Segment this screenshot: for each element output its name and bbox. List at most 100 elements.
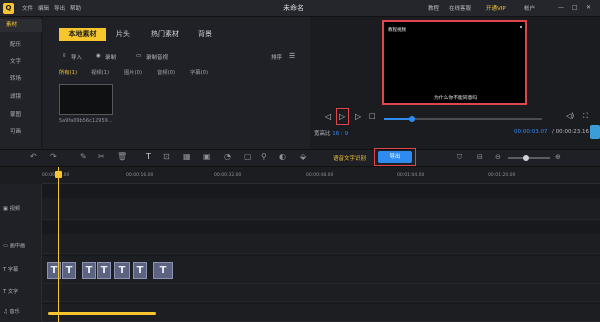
filter-audio[interactable]: 音频(0) xyxy=(157,68,175,76)
tab-popular[interactable]: 热门素材 xyxy=(143,28,187,41)
shield-icon[interactable]: ⛉ xyxy=(457,152,462,162)
sidebar-item-material[interactable]: 素材 xyxy=(0,19,42,32)
track-name: 音乐 xyxy=(9,309,20,315)
undo-icon[interactable]: ↶ xyxy=(30,152,37,162)
filter-image[interactable]: 图片(0) xyxy=(124,68,142,76)
support-link[interactable]: 在线客服 xyxy=(449,4,471,12)
vip-button[interactable]: 开通VIP xyxy=(486,4,506,12)
import-button[interactable]: 导入 xyxy=(71,53,82,61)
sidebar-item-text[interactable]: 文字 xyxy=(0,57,42,67)
aspect-ratio[interactable]: 宽高比 16 : 9 xyxy=(314,129,348,137)
paint-icon[interactable]: ⬙ xyxy=(300,152,306,162)
duration-icon[interactable]: ▢ xyxy=(244,152,252,162)
close-icon[interactable]: ✕ xyxy=(586,4,591,11)
seek-bar-fill xyxy=(384,118,413,120)
tutorial-link[interactable]: 教程 xyxy=(428,4,439,12)
zoom-slider[interactable] xyxy=(508,157,550,159)
crop-icon[interactable]: ⊡ xyxy=(163,152,170,162)
record-button[interactable]: 录制 xyxy=(105,53,116,61)
color-icon[interactable]: ◐ xyxy=(279,152,286,162)
sidebar-item-draw[interactable]: 可画 xyxy=(0,127,42,137)
tab-background[interactable]: 背景 xyxy=(192,28,218,41)
mosaic-icon[interactable]: ▦ xyxy=(183,152,191,162)
sort-label[interactable]: 排序 xyxy=(271,53,282,61)
playhead-handle[interactable] xyxy=(55,171,62,178)
watermark-text: 教程视频 xyxy=(388,28,406,33)
track-name: 视频 xyxy=(9,206,20,212)
track-text[interactable] xyxy=(42,284,600,302)
track-label-video: ▣ 视频 xyxy=(3,205,20,212)
filter-all[interactable]: 所有(1) xyxy=(59,68,77,76)
redo-icon[interactable]: ↷ xyxy=(50,152,57,162)
track-label-subtitle: T 字幕 xyxy=(3,266,18,273)
playhead[interactable] xyxy=(58,167,59,322)
prev-frame-icon[interactable]: ◁ xyxy=(325,112,331,121)
export-button[interactable]: 导出 xyxy=(378,151,412,163)
split-icon[interactable]: ✂ xyxy=(98,152,105,162)
text-tool-icon[interactable]: T xyxy=(146,152,151,162)
tick-label: 00:00:16.00 xyxy=(126,173,154,178)
sidebar-item-transition[interactable]: 转场 xyxy=(0,74,42,84)
side-widget[interactable] xyxy=(590,125,600,139)
delete-icon[interactable]: 🗑 xyxy=(117,152,127,162)
next-frame-icon[interactable]: ▷ xyxy=(355,112,361,121)
current-time: 00:00:03.07 xyxy=(514,129,548,135)
subtitle-clip[interactable]: T xyxy=(114,262,130,279)
sort-icon[interactable]: ☰ xyxy=(289,52,295,60)
mic-icon[interactable]: ⚲ xyxy=(261,152,267,162)
tab-local-media[interactable]: 本地素材 xyxy=(59,28,106,41)
track-name: 文字 xyxy=(7,289,19,295)
speed-icon[interactable]: ◔ xyxy=(224,152,231,162)
subtitle-clip[interactable]: T xyxy=(62,262,76,279)
preview-dot xyxy=(520,26,522,28)
tick-label: 00:01:04.00 xyxy=(397,173,425,178)
sidebar-item-music[interactable]: 配乐 xyxy=(0,40,42,50)
zoom-in-icon[interactable]: ⊕ xyxy=(555,152,561,162)
total-time: / 00:00:23.16 xyxy=(552,129,590,135)
track-pip[interactable] xyxy=(42,234,600,254)
sidebar-item-filter[interactable]: 滤镜 xyxy=(0,92,42,102)
thumbnail-caption: 5a9fa09b56c12959... xyxy=(59,118,113,124)
tick-label: 00:00:32.00 xyxy=(214,173,242,178)
record-icon[interactable]: ◉ xyxy=(96,53,101,59)
zoom-handle[interactable] xyxy=(523,155,529,161)
timeline-scrollbar[interactable] xyxy=(48,312,156,315)
track-video[interactable] xyxy=(42,198,600,220)
edit-icon[interactable]: ✎ xyxy=(80,152,87,162)
menu-export[interactable]: 导出 xyxy=(54,4,65,12)
volume-icon[interactable]: ◁) xyxy=(566,112,574,121)
document-title: 未命名 xyxy=(283,4,304,12)
record-av-icon[interactable]: ▭ xyxy=(136,53,141,59)
track-name: 字幕 xyxy=(7,267,19,273)
menu-help[interactable]: 帮助 xyxy=(70,4,81,12)
media-thumbnail[interactable] xyxy=(59,84,113,115)
speech-to-text-button[interactable]: 语音文字识别 xyxy=(333,154,366,162)
account-button[interactable]: 帐户 xyxy=(524,4,535,12)
maximize-icon[interactable]: □ xyxy=(572,4,578,11)
stop-icon[interactable]: □ xyxy=(369,112,376,121)
subtitle-clip[interactable]: T xyxy=(153,262,173,279)
freeze-icon[interactable]: ▣ xyxy=(203,152,211,162)
fullscreen-icon[interactable]: ⛶ xyxy=(583,112,588,121)
track-label-pip: ▭ 画中画 xyxy=(3,242,25,249)
filter-subtitle[interactable]: 字幕(0) xyxy=(190,68,208,76)
tick-label: 00:00:48.00 xyxy=(306,173,334,178)
subtitle-clip[interactable]: T xyxy=(82,262,96,279)
zoom-out-icon[interactable]: ⊖ xyxy=(495,152,501,162)
play-icon[interactable]: ▷ xyxy=(339,112,345,121)
track-name: 画中画 xyxy=(9,243,26,249)
subtitle-clip[interactable]: T xyxy=(133,262,147,279)
fit-icon[interactable]: ⊟ xyxy=(477,152,483,162)
tab-intro[interactable]: 片头 xyxy=(110,28,136,41)
subtitle-clip[interactable]: T xyxy=(97,262,111,279)
ratio-value: 16 : 9 xyxy=(332,131,349,137)
import-icon[interactable]: ⇩ xyxy=(62,53,67,59)
ratio-label: 宽高比 xyxy=(314,131,331,137)
minimize-icon[interactable]: — xyxy=(558,4,564,11)
menu-file[interactable]: 文件 xyxy=(22,4,33,12)
sidebar-item-mask[interactable]: 蒙图 xyxy=(0,110,42,120)
track-label-text: T 文字 xyxy=(3,288,18,295)
menu-edit[interactable]: 编辑 xyxy=(38,4,49,12)
filter-video[interactable]: 视频(1) xyxy=(91,68,109,76)
record-av-button[interactable]: 录制音视 xyxy=(146,53,168,61)
